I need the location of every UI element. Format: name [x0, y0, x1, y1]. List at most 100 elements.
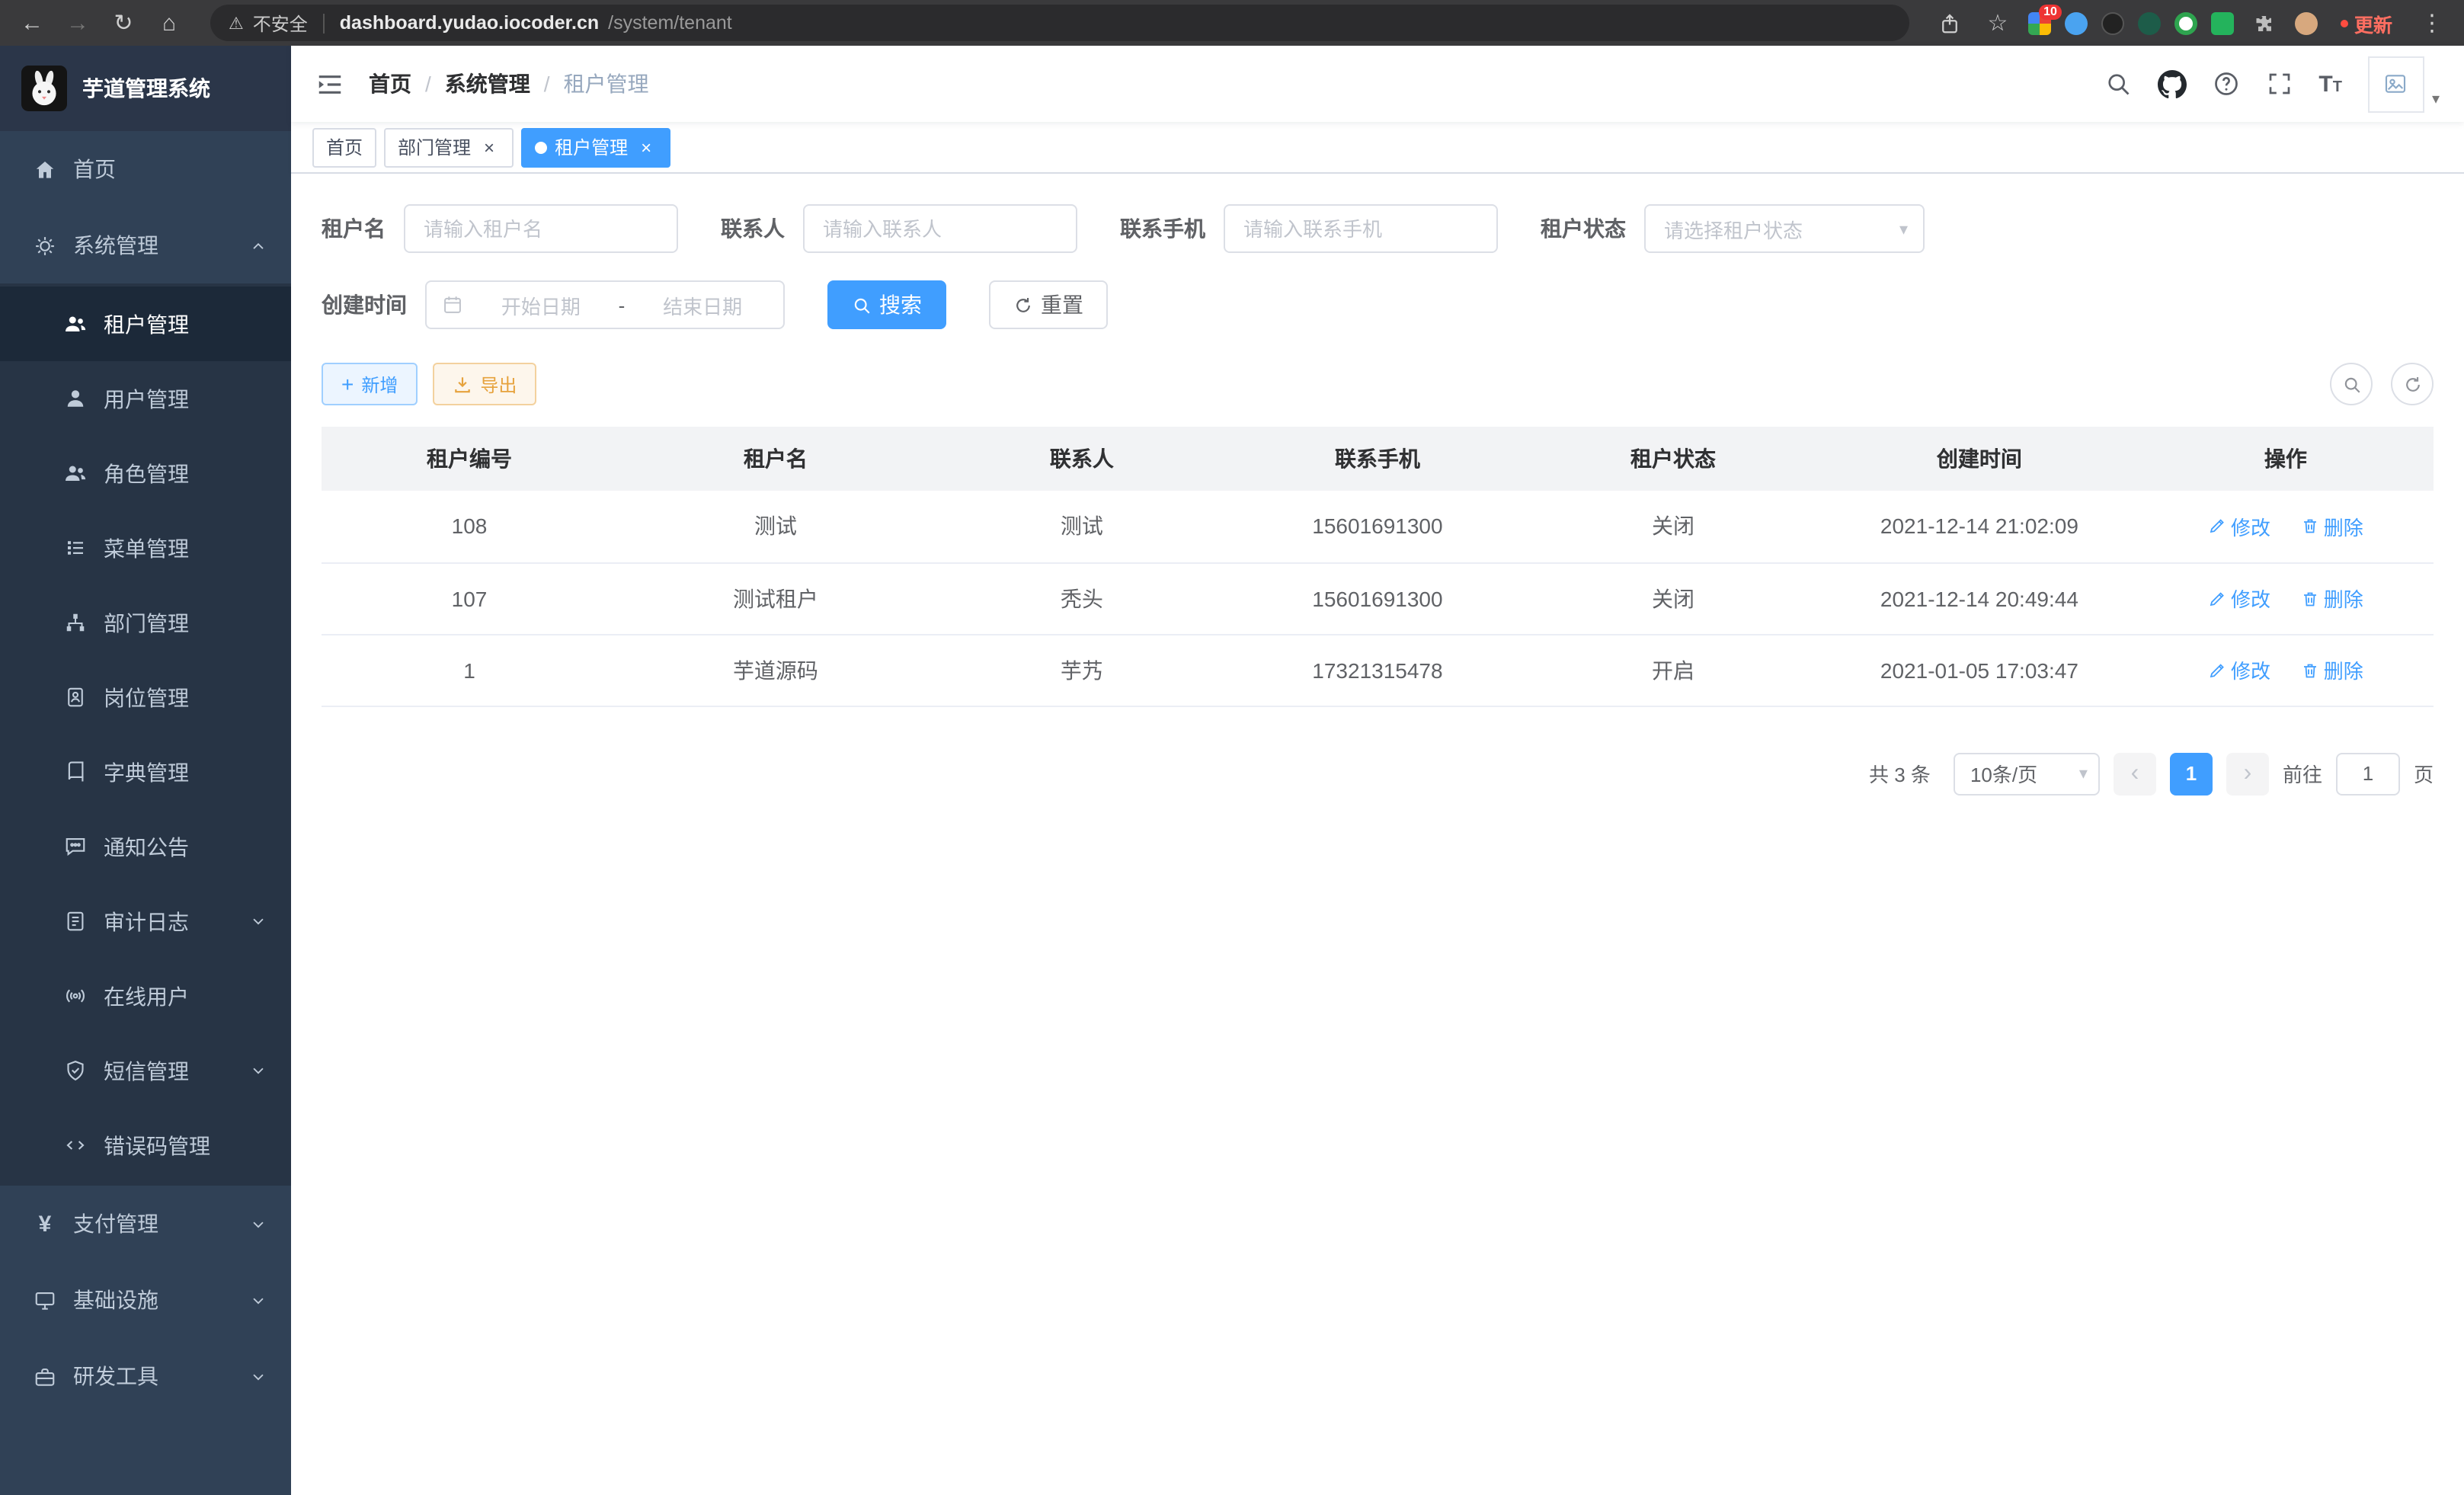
tab-dept[interactable]: 部门管理× — [384, 127, 514, 167]
close-icon[interactable]: × — [635, 136, 657, 158]
breadcrumb-home[interactable]: 首页 — [369, 69, 411, 99]
delete-button[interactable]: 删除 — [2301, 512, 2363, 541]
contact-label: 联系人 — [721, 213, 785, 244]
top-navbar: 首页 / 系统管理 / 租户管理 TT ▾ — [291, 46, 2464, 122]
edit-button[interactable]: 修改 — [2208, 655, 2270, 684]
breadcrumb-system[interactable]: 系统管理 — [445, 69, 530, 99]
sidebar-item-dept[interactable]: 部门管理 — [0, 585, 291, 660]
delete-button[interactable]: 删除 — [2301, 584, 2363, 613]
user-avatar[interactable]: ▾ — [2368, 56, 2440, 112]
cell-created: 2021-01-05 17:03:47 — [1821, 634, 2138, 706]
extension-icon-green-circle[interactable] — [2174, 11, 2197, 34]
back-icon[interactable]: ← — [15, 6, 49, 40]
fullscreen-icon[interactable] — [2265, 70, 2293, 98]
sidebar-item-auditlog[interactable]: 审计日志 — [0, 884, 291, 959]
chevron-down-icon: ▾ — [1899, 219, 1908, 238]
browser-profile-avatar[interactable] — [2295, 11, 2318, 34]
sidebar-toggle-icon[interactable] — [315, 69, 344, 98]
breadcrumb: 首页 / 系统管理 / 租户管理 — [369, 69, 649, 99]
table-row: 1 芋道源码 芋艿 17321315478 开启 2021-01-05 17:0… — [322, 634, 2434, 706]
font-size-icon[interactable]: TT — [2318, 72, 2342, 95]
sidebar-item-notice[interactable]: 通知公告 — [0, 809, 291, 884]
search-button[interactable]: 搜索 — [827, 280, 946, 329]
extension-icon-darkgreen[interactable] — [2138, 11, 2161, 34]
right-toolbar — [2330, 363, 2434, 405]
cell-mobile: 17321315478 — [1230, 634, 1525, 706]
sidebar-item-devtool[interactable]: 研发工具 — [0, 1338, 291, 1414]
trash-icon — [2301, 517, 2319, 536]
sidebar-item-menu[interactable]: 菜单管理 — [0, 511, 291, 585]
table-row: 107 测试租户 秃头 15601691300 关闭 2021-12-14 20… — [322, 562, 2434, 634]
cell-status: 关闭 — [1525, 491, 1821, 562]
add-button[interactable]: + 新增 — [322, 363, 418, 405]
extension-icon-green-square[interactable] — [2211, 11, 2234, 34]
reload-icon[interactable]: ↻ — [107, 6, 140, 40]
home-icon[interactable]: ⌂ — [152, 6, 186, 40]
sidebar-item-system[interactable]: 系统管理 — [0, 207, 291, 283]
address-bar[interactable]: ⚠ 不安全 dashboard.yudao.iocoder.cn/system/… — [210, 5, 1909, 41]
prev-page-button[interactable]: ‹ — [2114, 752, 2156, 795]
sidebar-item-online[interactable]: 在线用户 — [0, 959, 291, 1033]
end-date-placeholder: 结束日期 — [637, 290, 768, 319]
status-select[interactable]: 请选择租户状态 ▾ — [1644, 204, 1925, 253]
sidebar-item-tenant[interactable]: 租户管理 — [0, 287, 291, 361]
share-icon[interactable] — [1934, 6, 1967, 40]
goto-page-input[interactable] — [2336, 752, 2400, 795]
search-icon[interactable] — [2104, 70, 2131, 98]
sidebar-item-home[interactable]: 首页 — [0, 131, 291, 207]
pencil-icon — [2208, 589, 2226, 607]
page-size-select[interactable]: 10条/页 ▾ — [1954, 752, 2100, 795]
next-page-button[interactable]: › — [2226, 752, 2269, 795]
sidebar-item-dict[interactable]: 字典管理 — [0, 735, 291, 809]
extension-icon-colorful[interactable]: 10 — [2028, 11, 2051, 34]
search-icon — [2341, 374, 2361, 394]
bookmark-star-icon[interactable]: ☆ — [1981, 6, 2014, 40]
sidebar-item-user[interactable]: 用户管理 — [0, 361, 291, 436]
tags-view: 首页 部门管理× 租户管理× — [291, 122, 2464, 174]
reset-button[interactable]: 重置 — [989, 280, 1108, 329]
tenant-name-input[interactable] — [404, 204, 678, 253]
sidebar-item-infra[interactable]: 基础设施 — [0, 1262, 291, 1338]
help-icon[interactable] — [2212, 70, 2239, 98]
update-button[interactable]: 更新 — [2331, 5, 2402, 40]
extension-icon-dark[interactable] — [2101, 11, 2124, 34]
current-page[interactable]: 1 — [2170, 752, 2213, 795]
code-icon — [64, 1134, 87, 1157]
extensions-puzzle-icon[interactable] — [2248, 6, 2281, 40]
refresh-icon — [1013, 295, 1033, 315]
app-logo[interactable]: 芋道管理系统 — [0, 46, 291, 131]
create-time-range-picker[interactable]: 开始日期 - 结束日期 — [425, 280, 785, 329]
forward-icon[interactable]: → — [61, 6, 94, 40]
sidebar-item-sms[interactable]: 短信管理 — [0, 1033, 291, 1108]
sidebar-item-post[interactable]: 岗位管理 — [0, 660, 291, 735]
cell-actions: 修改 删除 — [2138, 491, 2434, 562]
export-button[interactable]: 导出 — [433, 363, 536, 405]
trash-icon — [2301, 661, 2319, 679]
cell-tenant-id: 1 — [322, 634, 617, 706]
download-icon — [453, 374, 472, 394]
document-icon — [64, 910, 87, 933]
delete-button[interactable]: 删除 — [2301, 655, 2363, 684]
github-icon[interactable] — [2157, 69, 2186, 98]
active-tab-dot — [535, 141, 547, 153]
sidebar-item-errorcode[interactable]: 错误码管理 — [0, 1108, 291, 1183]
tab-tenant[interactable]: 租户管理× — [521, 127, 670, 167]
toggle-search-button[interactable] — [2330, 363, 2373, 405]
edit-button[interactable]: 修改 — [2208, 512, 2270, 541]
contact-input[interactable] — [803, 204, 1077, 253]
pagination: 共 3 条 10条/页 ▾ ‹ 1 › 前往 页 — [322, 752, 2434, 795]
tab-home[interactable]: 首页 — [312, 127, 376, 167]
url-domain: dashboard.yudao.iocoder.cn — [340, 12, 599, 34]
refresh-table-button[interactable] — [2391, 363, 2434, 405]
cell-mobile: 15601691300 — [1230, 491, 1525, 562]
mobile-input[interactable] — [1224, 204, 1498, 253]
sidebar-item-pay[interactable]: ¥ 支付管理 — [0, 1186, 291, 1262]
edit-button[interactable]: 修改 — [2208, 584, 2270, 613]
browser-menu-icon[interactable]: ⋮ — [2415, 6, 2449, 40]
app-title: 芋道管理系统 — [82, 73, 210, 104]
chevron-down-icon — [250, 913, 267, 930]
close-icon[interactable]: × — [478, 136, 500, 158]
extension-icon-blue[interactable] — [2065, 11, 2088, 34]
tenant-table: 租户编号 租户名 联系人 联系手机 租户状态 创建时间 操作 108 测试 — [322, 427, 2434, 706]
sidebar-item-role[interactable]: 角色管理 — [0, 436, 291, 511]
